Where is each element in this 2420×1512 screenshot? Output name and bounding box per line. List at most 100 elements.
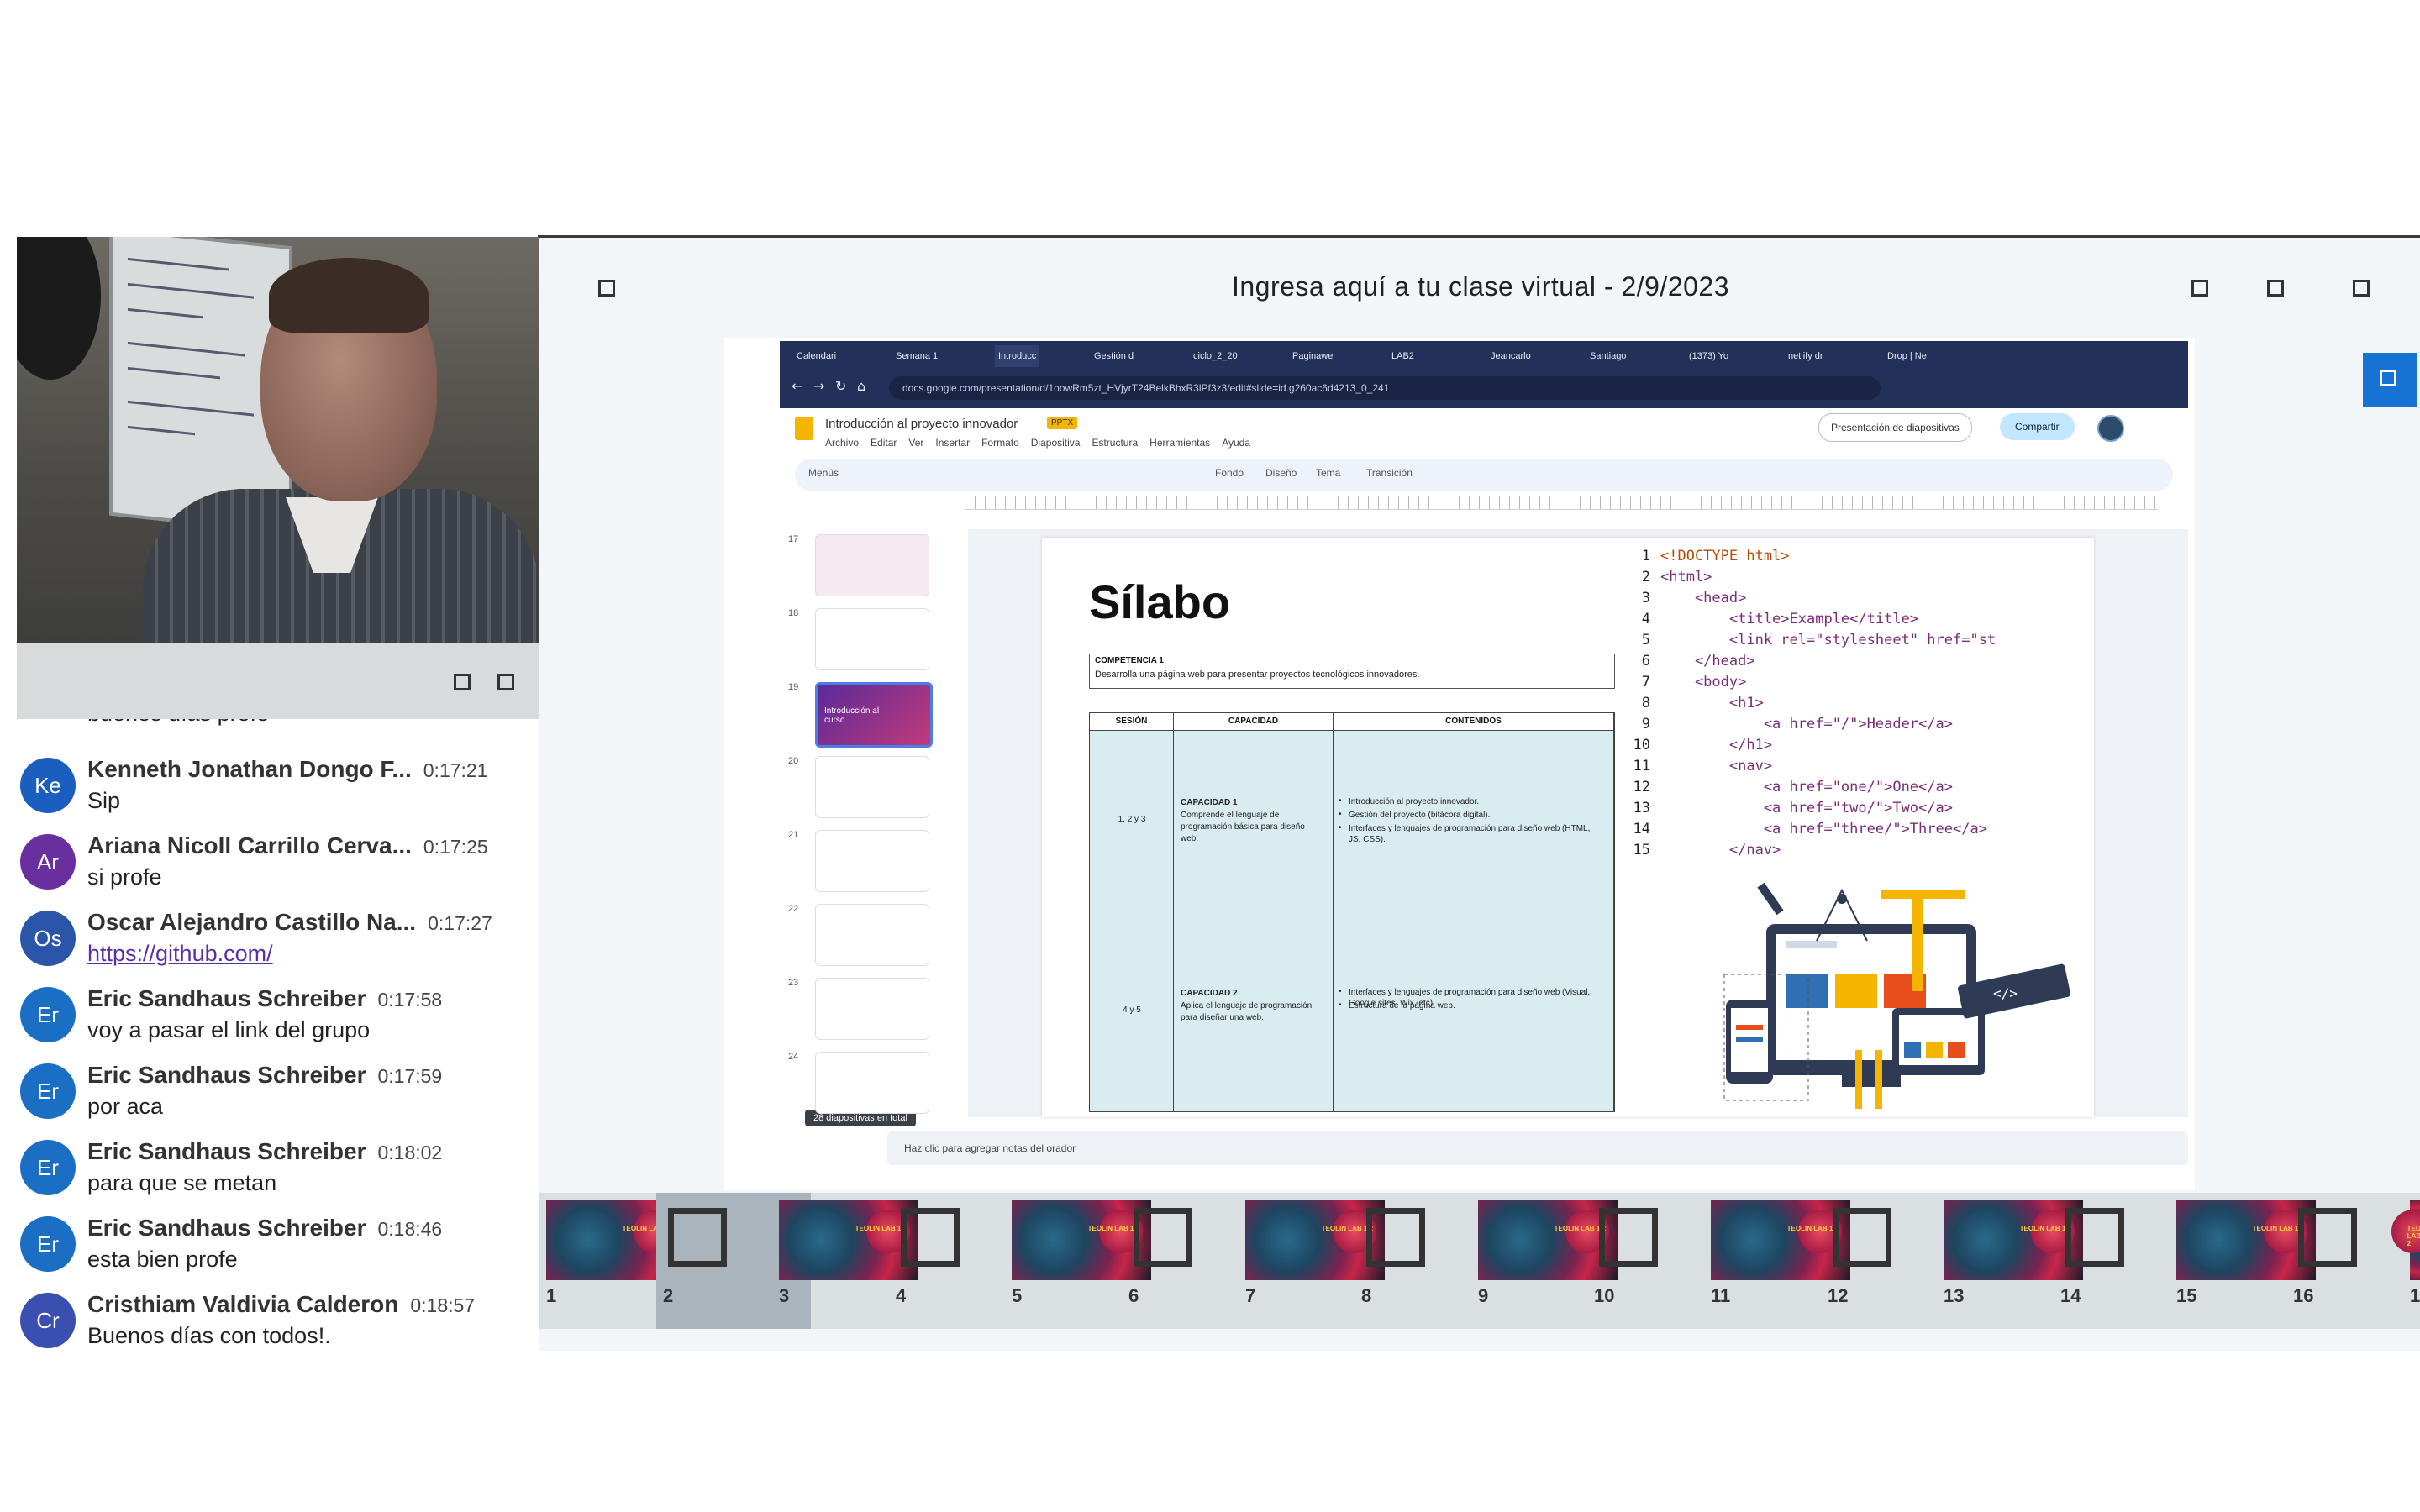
menu-item[interactable]: Ayuda (1222, 437, 1250, 449)
browser-tab[interactable]: Paginawe (1292, 345, 1333, 367)
thumb-caption: Introducción al curso (824, 706, 880, 725)
slide-heading: Sílabo (1089, 575, 1231, 628)
slide-thumbnail[interactable] (815, 608, 929, 670)
message-time: 0:17:59 (377, 1065, 443, 1087)
browser-tab[interactable]: netlify dr (1788, 345, 1823, 367)
message-link[interactable]: https://github.com/ (87, 941, 273, 967)
browser-tab[interactable]: Santiago (1590, 345, 1626, 367)
menu-item[interactable]: Diapositiva (1031, 437, 1081, 449)
browser-tab[interactable]: Calendari (797, 345, 836, 367)
menu-item[interactable]: Archivo (825, 437, 859, 449)
slides-toolbar: Menús Fondo Diseño Tema Transición (795, 459, 2173, 491)
browser-tab[interactable]: Semana 1 (896, 345, 938, 367)
chat-message: Er Eric Sandhaus Schreiber 0:17:58 voy a pa… (17, 982, 539, 1058)
table-cell: 4 y 5 (1090, 921, 1174, 1111)
code-line: 9 <a href="/">Header</a> (1641, 716, 1953, 732)
menu-item[interactable]: Insertar (935, 437, 970, 449)
avatar: Ar (20, 834, 76, 890)
slide-thumbnail[interactable]: Introducción al curso (815, 682, 933, 748)
browser-tab[interactable]: LAB2 (1392, 345, 1414, 367)
slide-placeholder-icon (1599, 1208, 1658, 1267)
sender-name: Eric Sandhaus Schreiber (87, 1138, 366, 1164)
chat-message: Cr Cristhiam Valdivia Calderon 0:18:57 Buen… (17, 1288, 539, 1354)
message-text: si profe (87, 864, 162, 890)
slide-thumbnail[interactable] (815, 534, 929, 596)
browser-tab[interactable]: Gestión d (1094, 345, 1134, 367)
slide-thumbnail[interactable] (815, 1052, 929, 1114)
table-cell: 1, 2 y 3 (1090, 730, 1174, 921)
speaker-notes: Haz clic para agregar notas del orador (887, 1131, 2188, 1165)
account-avatar (2097, 415, 2124, 442)
menu-item[interactable]: Editar (871, 437, 897, 449)
syllabus-table: SESIÓN CAPACIDAD CONTENIDOS 1, 2 y 3 CAPACID… (1089, 712, 1615, 1112)
slide-thumbnail[interactable] (815, 756, 929, 818)
browser-tab[interactable]: Drop | Ne (1887, 345, 1927, 367)
slide-thumbnail[interactable] (815, 978, 929, 1040)
thumb-number: 21 (788, 830, 799, 840)
thumb-number: 20 (788, 756, 799, 766)
fullscreen-video-icon[interactable] (497, 674, 514, 690)
browser-tab[interactable]: (1373) Yo (1689, 345, 1728, 367)
slide-number: 9 (1478, 1285, 1489, 1306)
side-panel-button[interactable] (2363, 353, 2417, 407)
code-line: 12 <a href="one/">One</a> (1633, 779, 1953, 795)
code-line: 1 <!DOCTYPE html> (1641, 548, 1790, 564)
window-button-3-icon[interactable] (2353, 280, 2370, 297)
slide-number: 14 (2060, 1285, 2081, 1306)
avatar: Cr (20, 1293, 76, 1348)
slide-placeholder-icon (1833, 1208, 1891, 1267)
slide-number: 4 (896, 1285, 907, 1306)
slide-placeholder-icon (2298, 1208, 2357, 1267)
slide-number: 10 (1594, 1285, 1615, 1306)
menu-item[interactable]: Formato (981, 437, 1019, 449)
docs-menu: Archivo Editar Ver Insertar Formato Diapositi… (825, 437, 1262, 449)
sender-name: Cristhiam Valdivia Calderon (87, 1291, 399, 1317)
menu-item[interactable]: Estructura (1092, 437, 1138, 449)
table-cell: • Interfaces y lenguajes de programación … (1334, 921, 1614, 1111)
browser-tab[interactable]: Introducc (995, 345, 1040, 367)
toolbar-item[interactable]: Diseño (1265, 467, 1297, 479)
message-time: 0:17:58 (377, 989, 443, 1011)
thumb-number: 17 (788, 534, 799, 544)
table-cell: • Introducción al proyecto innovador. • Ges… (1334, 730, 1614, 921)
sender-name: Eric Sandhaus Schreiber (87, 985, 366, 1011)
toolbar-item[interactable]: Transición (1366, 467, 1413, 479)
code-line: 15 </nav> (1633, 842, 1781, 858)
slide-placeholder-icon (2065, 1208, 2124, 1267)
toolbar-item[interactable]: Fondo (1215, 467, 1244, 479)
share-button: Compartir (2000, 413, 2075, 440)
presentation-title: Ingresa aquí a tu clase virtual - 2/9/20… (1231, 271, 1729, 302)
slide-thumbnail[interactable] (815, 830, 929, 892)
chat-message: Ar Ariana Nicoll Carrillo Cerva... 0:17:25… (17, 829, 539, 906)
web-design-illustration: </> (1723, 882, 2070, 1109)
toolbar-item[interactable]: Tema (1316, 467, 1340, 479)
thumb-number: 22 (788, 904, 799, 914)
code-line: 2 <html> (1641, 569, 1712, 585)
browser-tab[interactable]: Jeancarlo (1491, 345, 1531, 367)
code-line: 7 <body> (1641, 674, 1747, 690)
back-icon: ← (792, 378, 803, 394)
chat-messages: buenos días profe Ke Kenneth Jonathan Don… (17, 719, 539, 1354)
sender-name: Eric Sandhaus Schreiber (87, 1062, 366, 1088)
window-button-1-icon[interactable] (2191, 280, 2208, 297)
browser-tab[interactable]: ciclo_2_20 (1193, 345, 1238, 367)
table-header: CAPACIDAD (1174, 713, 1334, 730)
window-button-2-icon[interactable] (2267, 280, 2284, 297)
message-time: 0:18:02 (377, 1142, 443, 1163)
browser-chrome: Calendari Semana 1 Introducc Gestión d ciclo… (780, 341, 2188, 408)
message-text: esta bien profe (87, 1247, 238, 1272)
menu-item[interactable]: Ver (908, 437, 923, 449)
chat-message: Er Eric Sandhaus Schreiber 0:18:02 para que… (17, 1135, 539, 1211)
slide-number: 12 (1828, 1285, 1849, 1306)
menu-item[interactable]: Herramientas (1150, 437, 1210, 449)
forward-icon: → (813, 378, 825, 394)
chat-message: Er Eric Sandhaus Schreiber 0:18:46 esta bie… (17, 1211, 539, 1288)
chat-message: Er Eric Sandhaus Schreiber 0:17:59 por aca (17, 1058, 539, 1135)
avatar: Er (20, 987, 76, 1042)
filmstrip-slide[interactable]: TEOLIN LAB 1 2 17 (2391, 1193, 2420, 1329)
minimize-video-icon[interactable] (454, 674, 471, 690)
slide-thumbnails: 28 diapositivas en total 17 18 19 Introducc… (780, 526, 939, 1126)
code-line: 5 <link rel="stylesheet" href="st (1641, 632, 1996, 648)
slide-thumbnail[interactable] (815, 904, 929, 966)
slide-placeholder-icon (1134, 1208, 1192, 1267)
